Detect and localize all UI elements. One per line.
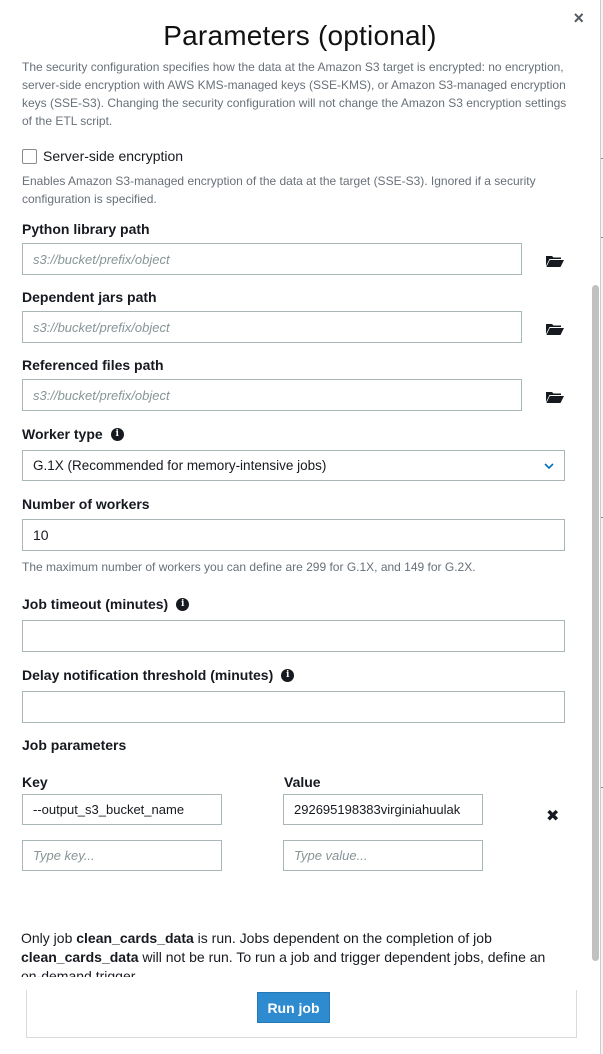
note-text: is run. Jobs dependent on the completion…: [193, 930, 492, 946]
value-column-header-text: Value: [284, 774, 321, 790]
server-side-encryption-help: Enables Amazon S3-managed encryption of …: [22, 174, 536, 206]
note-text: Only job: [21, 930, 77, 946]
job-parameter-key-input[interactable]: --output_s3_bucket_name: [22, 794, 222, 825]
job-name: clean_cards_data: [21, 949, 139, 965]
server-side-encryption-label: Server-side encryption: [43, 148, 184, 164]
run-job-button[interactable]: Run job: [257, 992, 330, 1023]
worker-type-label: Worker type i: [22, 426, 124, 442]
referenced-files-path-label-text: Referenced files path: [22, 357, 164, 373]
info-icon[interactable]: i: [281, 668, 295, 682]
dependent-jars-path-label-text: Dependent jars path: [22, 289, 157, 305]
folder-open-icon[interactable]: [546, 391, 564, 403]
referenced-files-path-label: Referenced files path: [22, 357, 164, 373]
security-configuration-help: The security configuration specifies how…: [22, 60, 567, 128]
number-of-workers-help: The maximum number of workers you can de…: [22, 560, 476, 574]
job-parameters-label-text: Job parameters: [22, 737, 127, 753]
number-of-workers-input[interactable]: 10: [22, 519, 565, 551]
info-icon[interactable]: i: [176, 597, 190, 611]
python-library-path-label: Python library path: [22, 221, 150, 237]
key-column-header: Key: [22, 774, 48, 790]
key-column-header-text: Key: [22, 774, 48, 790]
close-icon[interactable]: ×: [573, 9, 584, 27]
number-of-workers-label-text: Number of workers: [22, 496, 150, 512]
parameters-modal: Parameters (optional) × The security con…: [0, 0, 601, 1054]
job-timeout-input[interactable]: [22, 620, 565, 652]
dependent-jars-path-input[interactable]: s3://bucket/prefix/object: [22, 311, 522, 343]
chevron-down-icon: [544, 462, 554, 469]
server-side-encryption-checkbox[interactable]: [22, 148, 37, 164]
folder-open-icon[interactable]: [546, 255, 564, 267]
worker-type-label-text: Worker type: [22, 426, 103, 442]
job-timeout-label-text: Job timeout (minutes): [22, 596, 169, 612]
job-parameter-value-input[interactable]: 292695198383virginiahuulak: [283, 794, 483, 825]
modal-title: Parameters (optional): [163, 20, 437, 51]
job-name: clean_cards_data: [76, 930, 194, 946]
new-parameter-value-input[interactable]: Type value...: [283, 840, 483, 871]
new-parameter-key-input[interactable]: Type key...: [22, 840, 222, 871]
remove-parameter-icon[interactable]: ✖: [546, 806, 559, 826]
delay-notification-threshold-label: Delay notification threshold (minutes) i: [22, 667, 295, 683]
server-side-encryption-row[interactable]: Server-side encryption: [22, 148, 183, 164]
python-library-path-input[interactable]: s3://bucket/prefix/object: [22, 243, 522, 275]
job-parameters-label: Job parameters: [22, 737, 126, 753]
python-library-path-label-text: Python library path: [22, 221, 150, 237]
scrollbar-thumb[interactable]: [592, 285, 599, 961]
run-job-note: Only job clean_cards_data is run. Jobs d…: [21, 929, 566, 977]
worker-type-select[interactable]: G.1X (Recommended for memory-intensive j…: [22, 450, 565, 481]
folder-open-icon[interactable]: [546, 323, 564, 335]
referenced-files-path-input[interactable]: s3://bucket/prefix/object: [22, 379, 522, 411]
worker-type-selected-value: G.1X (Recommended for memory-intensive j…: [33, 458, 327, 473]
delay-notification-threshold-input[interactable]: [22, 691, 565, 723]
delay-notification-threshold-label-text: Delay notification threshold (minutes): [22, 667, 274, 683]
value-column-header: Value: [284, 774, 321, 790]
info-icon[interactable]: i: [110, 427, 124, 441]
number-of-workers-label: Number of workers: [22, 496, 150, 512]
dependent-jars-path-label: Dependent jars path: [22, 289, 157, 305]
job-timeout-label: Job timeout (minutes) i: [22, 596, 190, 612]
